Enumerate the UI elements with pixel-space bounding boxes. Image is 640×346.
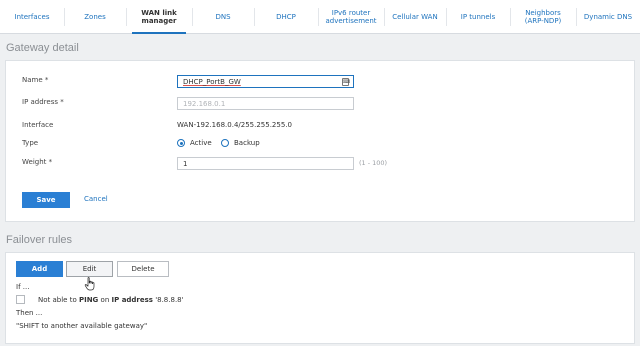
weight-field[interactable]: 1 — [177, 157, 354, 170]
tab-dynamic-dns[interactable]: Dynamic DNS — [576, 0, 640, 34]
failover-rules-title: Failover rules — [6, 234, 73, 246]
rule-condition: Not able to PING on IP address '8.8.8.8' — [38, 296, 184, 304]
tab-zones[interactable]: Zones — [64, 0, 126, 34]
rule-on: on — [100, 296, 110, 304]
weight-hint: (1 - 100) — [359, 159, 388, 167]
ip-address-label: IP address * — [22, 98, 64, 106]
gateway-detail-title: Gateway detail — [6, 42, 79, 54]
name-value: DHCP_PortB_GW — [183, 78, 241, 86]
rule-checkbox[interactable] — [16, 295, 25, 304]
type-active-radio[interactable] — [177, 139, 185, 147]
then-label: Then ... — [16, 309, 43, 317]
rule-ip-label: IP address — [111, 296, 153, 304]
interface-value: WAN-192.168.0.4/255.255.255.0 — [177, 121, 292, 129]
then-action: "SHIFT to another available gateway" — [16, 322, 148, 330]
tab-ip-tunnels[interactable]: IP tunnels — [446, 0, 510, 34]
interface-label: Interface — [22, 121, 54, 129]
weight-label: Weight * — [22, 158, 53, 166]
type-backup-radio[interactable] — [221, 139, 229, 147]
rule-prefix: Not able to — [38, 296, 77, 304]
tab-cellular-wan[interactable]: Cellular WAN — [384, 0, 446, 34]
rule-protocol: PING — [78, 296, 99, 304]
tab-bar: Interfaces Zones WAN link manager DNS DH… — [0, 0, 640, 34]
name-field[interactable]: DHCP_PortB_GW ⌨ — [177, 75, 354, 88]
if-label: If ... — [16, 283, 30, 291]
cancel-button[interactable]: Cancel — [84, 195, 108, 203]
tab-neighbors[interactable]: Neighbors (ARP-NDP) — [510, 0, 576, 34]
tab-dns[interactable]: DNS — [192, 0, 254, 34]
save-button[interactable]: Save — [22, 192, 70, 208]
type-label: Type — [22, 139, 39, 147]
add-button[interactable]: Add — [16, 261, 63, 277]
ip-address-field[interactable]: 192.168.0.1 — [177, 97, 354, 110]
tab-dhcp[interactable]: DHCP — [254, 0, 318, 34]
ip-address-placeholder: 192.168.0.1 — [183, 100, 226, 108]
tab-wan-link-manager[interactable]: WAN link manager — [126, 0, 192, 34]
rule-ip: '8.8.8.8' — [155, 296, 184, 304]
tab-interfaces[interactable]: Interfaces — [0, 0, 64, 34]
type-backup-label[interactable]: Backup — [234, 139, 260, 147]
name-label: Name * — [22, 76, 49, 84]
delete-button[interactable]: Delete — [117, 261, 169, 277]
tab-ipv6-router-advertisement[interactable]: IPv6 router advertisement — [318, 0, 384, 34]
hand-cursor-icon — [84, 277, 95, 291]
weight-value: 1 — [183, 160, 188, 168]
edit-button[interactable]: Edit — [66, 261, 113, 277]
keyboard-icon[interactable]: ⌨ — [342, 78, 350, 86]
type-active-label[interactable]: Active — [190, 139, 212, 147]
